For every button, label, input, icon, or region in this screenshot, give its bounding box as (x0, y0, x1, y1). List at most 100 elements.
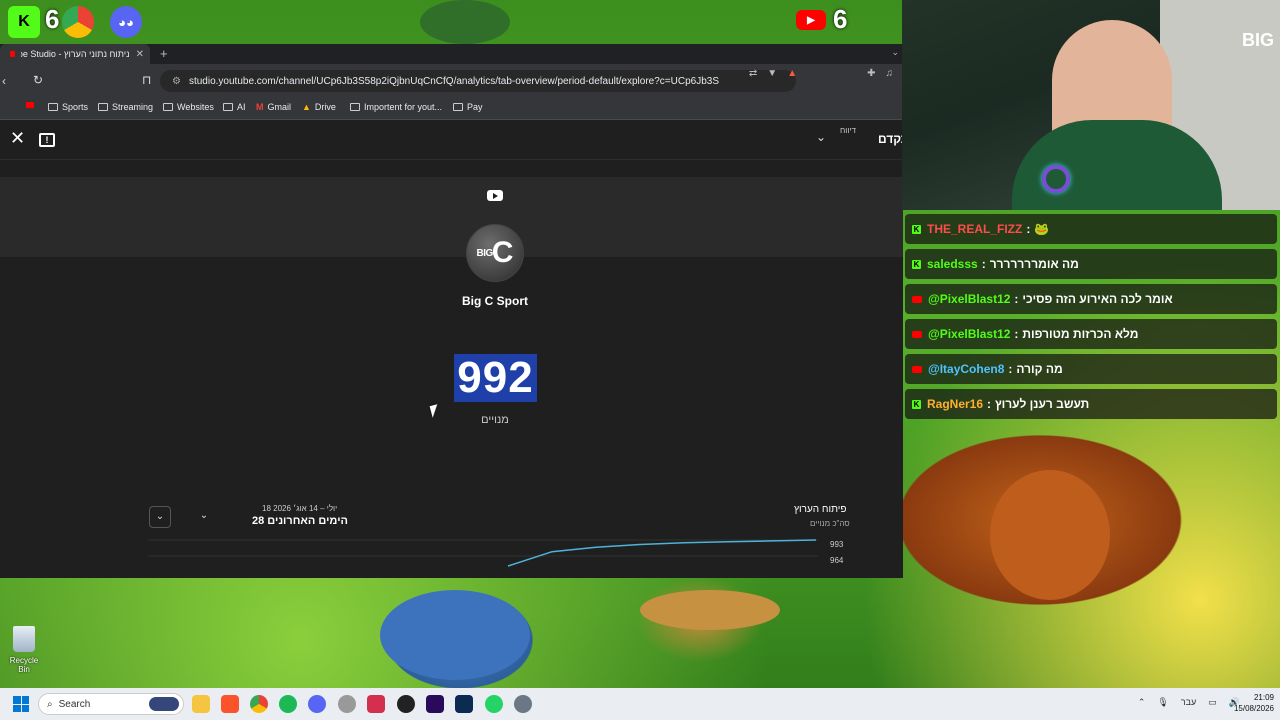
folder-icon (163, 103, 173, 111)
folder-icon (98, 103, 108, 111)
chat-text: מלא הכרזות מטורפות (1022, 327, 1139, 341)
tab-strip: ניתוח נתוני הערוץ - YouTube Studio ✕ + ⌄ (0, 44, 903, 64)
extension-icons: ⇄ ▼ ▲ ✚ ♫ (749, 68, 893, 79)
tab-close-icon[interactable]: ✕ (136, 49, 144, 60)
translate-icon[interactable]: ⇄ (749, 68, 757, 79)
chat-text: מה קורה (1016, 362, 1063, 376)
search-icon: ⌕ (47, 698, 53, 710)
folder-icon (350, 103, 360, 111)
bookmark-page-icon[interactable]: ⊓ (142, 73, 151, 87)
new-tab-icon[interactable]: + (160, 46, 168, 61)
youtube-badge-icon (912, 295, 922, 303)
search-placeholder: Search (58, 698, 91, 710)
avatar-letter: C (491, 236, 514, 269)
discord-taskbar-icon[interactable] (308, 695, 326, 713)
reload-icon[interactable]: ↻ (33, 73, 43, 87)
youtube-bookmark-icon[interactable] (26, 102, 34, 108)
site-info-icon[interactable]: ⚙ (172, 76, 181, 87)
browser-toolbar: ‹ ↻ ⊓ ⚙ studio.youtube.com/channel/UCp6J… (0, 64, 903, 98)
subscribers-line-chart (148, 539, 818, 567)
spotify-icon[interactable] (279, 695, 297, 713)
settings-icon[interactable] (514, 695, 532, 713)
avatar: BIG C (466, 224, 524, 282)
rewards-icon[interactable]: ▲ (787, 68, 797, 79)
chat-username: @PixelBlast12 (928, 327, 1011, 341)
youtube-badge-icon (912, 330, 922, 338)
folder-icon (48, 103, 58, 111)
channel-banner (0, 177, 903, 257)
bookmark-drive[interactable]: ▲ Drive (302, 102, 336, 112)
wallpaper-decoration (420, 0, 510, 44)
chat-message: @PixelBlast12 : מלא הכרזות מטורפות (905, 319, 1277, 349)
chevron-up-icon[interactable]: ⌃ (1138, 697, 1146, 708)
chat-text: אומר לכה האירוע הזה פסיכי (1022, 292, 1173, 306)
language-indicator[interactable]: עבר (1181, 697, 1196, 708)
premiere-icon[interactable] (426, 695, 444, 713)
chevron-down-icon[interactable]: ⌄ (816, 130, 826, 144)
bookmark-gmail[interactable]: M Gmail (256, 102, 291, 112)
card-title: פיתוח הערוץ (794, 504, 847, 515)
bookmark-streaming[interactable]: Streaming (98, 102, 153, 112)
address-bar[interactable]: ⚙ studio.youtube.com/channel/UCp6Jb3S58p… (160, 70, 796, 92)
chat-message: @ItayCohen8 : מה קורה (905, 354, 1277, 384)
chrome-icon[interactable] (62, 6, 94, 38)
brave-browser-icon[interactable] (221, 695, 239, 713)
youtube-icon[interactable]: ▶ (796, 10, 826, 30)
settings-gear-icon[interactable] (338, 695, 356, 713)
bookmark-pay[interactable]: Pay (453, 102, 483, 112)
bookmark-sports[interactable]: Sports (48, 102, 88, 112)
whatsapp-icon[interactable] (485, 695, 503, 713)
chrome-taskbar-icon[interactable] (250, 695, 268, 713)
bookmark-importent[interactable]: Importent for yout... (350, 102, 442, 112)
chat-username: @ItayCohen8 (928, 362, 1005, 376)
webcam-overlay: BIG (902, 0, 1280, 210)
close-icon[interactable]: ✕ (10, 128, 25, 149)
wallpaper-decoration (640, 590, 780, 630)
folder-icon (453, 103, 463, 111)
network-icon[interactable]: ▭ (1208, 697, 1217, 708)
bookmarks-bar: Sports Streaming Websites AI M Gmail ▲ Dri… (0, 98, 903, 120)
search-highlight-icon (149, 697, 179, 711)
chat-text: מה אומררררררר (989, 257, 1079, 271)
kick-icon[interactable]: K (8, 6, 40, 38)
microphone-icon[interactable]: 🎙 (1157, 697, 1168, 708)
discord-icon[interactable]: ◕◕ (110, 6, 142, 38)
rgb-light-icon (1042, 165, 1070, 193)
bookmark-ai[interactable]: AI (223, 102, 246, 112)
youtube-badge-icon (912, 365, 922, 373)
forward-icon[interactable]: ‹ (2, 74, 6, 88)
chat-message: K THE_REAL_FIZZ : 🐸 (905, 214, 1277, 244)
recycle-bin-label: Recycle Bin (9, 656, 39, 674)
chat-username: @PixelBlast12 (928, 292, 1011, 306)
expand-chevron-icon[interactable]: ⌄ (149, 506, 171, 528)
chat-username: RagNer16 (927, 397, 984, 411)
extensions-icon[interactable]: ✚ (867, 68, 875, 79)
obs-icon[interactable] (397, 695, 415, 713)
taskbar-search[interactable]: ⌕ Search (38, 693, 184, 715)
clock-date: 15/08/2026 (1233, 704, 1274, 713)
tab-youtube-studio[interactable]: ניתוח נתוני הערוץ - YouTube Studio ✕ (0, 44, 150, 64)
brave-shield-icon[interactable]: ▼ (767, 68, 777, 79)
app-red-icon[interactable] (367, 695, 385, 713)
range-dropdown-chevron-icon[interactable]: ⌄ (193, 506, 215, 528)
kick-badge-icon: K (912, 224, 921, 234)
tab-search-chevron-icon[interactable]: ⌄ (891, 47, 899, 58)
chat-username: saledsss (927, 257, 978, 271)
url-text: studio.youtube.com/channel/UCp6Jb3S58p2i… (188, 75, 719, 87)
recycle-bin[interactable]: Recycle Bin (4, 626, 44, 674)
youtube-viewer-count: 6 (833, 4, 848, 34)
feedback-icon[interactable]: ! (39, 133, 55, 147)
taskbar-clock[interactable]: 21:09 15/08/2026 (1234, 692, 1274, 714)
card-subtitle: סה"כ מנויים (810, 519, 850, 528)
media-icon[interactable]: ♫ (886, 68, 894, 79)
date-range-label[interactable]: 28 הימים האחרונים (252, 515, 348, 527)
bookmark-websites[interactable]: Websites (163, 102, 214, 112)
chat-message: @PixelBlast12 : אומר לכה האירוע הזה פסיכ… (905, 284, 1277, 314)
chat-overlay: K THE_REAL_FIZZ : 🐸 K saledsss : מה אומר… (902, 212, 1280, 419)
header-title[interactable]: מתקדם (878, 132, 903, 146)
windows-start-icon[interactable] (13, 696, 29, 712)
chat-message: K saledsss : מה אומררררררר (905, 249, 1277, 279)
file-explorer-icon[interactable] (192, 695, 210, 713)
photoshop-icon[interactable] (455, 695, 473, 713)
subscriber-count: 992 (454, 353, 537, 402)
